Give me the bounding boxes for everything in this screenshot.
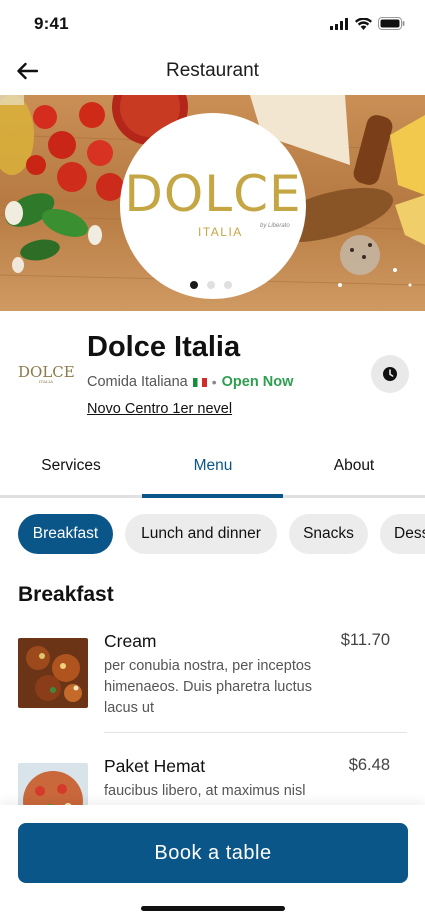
status-icons xyxy=(330,17,405,30)
chip-breakfast[interactable]: Breakfast xyxy=(18,514,113,554)
carousel-dot[interactable] xyxy=(190,281,198,289)
menu-section-title: Breakfast xyxy=(18,583,114,606)
menu-item[interactable]: Cream $11.70 per conubia nostra, per inc… xyxy=(0,626,425,736)
category-chips: Breakfast Lunch and dinner Snacks Dess xyxy=(0,514,425,556)
cuisine-label: Comida Italiana xyxy=(87,374,188,390)
logo-subtitle: ITALIA xyxy=(198,225,243,239)
section-tabs: Services Menu About xyxy=(0,444,425,498)
tab-menu[interactable]: Menu xyxy=(142,457,284,475)
status-bar: 9:41 xyxy=(0,0,425,48)
carousel-dots xyxy=(190,281,232,289)
wifi-icon xyxy=(355,17,372,30)
signal-icon xyxy=(330,17,348,30)
menu-item-price: $11.70 xyxy=(340,631,390,649)
menu-item-image xyxy=(18,638,88,708)
menu-item-price: $6.48 xyxy=(348,756,390,774)
book-table-button[interactable]: Book a table xyxy=(18,823,408,883)
restaurant-info: DOLCE ITALIA Dolce Italia Comida Italian… xyxy=(0,311,425,439)
logo-byline: by Liberato xyxy=(260,223,290,229)
menu-item-divider xyxy=(104,732,407,733)
restaurant-logo-circle: DOLCE ITALIA by Liberato xyxy=(120,113,306,299)
restaurant-name: Dolce Italia xyxy=(87,331,241,363)
carousel-dot[interactable] xyxy=(207,281,215,289)
logo-wordmark: DOLCE xyxy=(124,165,302,223)
nav-bar: Restaurant xyxy=(0,48,425,95)
active-tab-indicator xyxy=(142,494,283,498)
bottom-action-bar: Book a table xyxy=(0,805,425,916)
hero-banner: DOLCE ITALIA by Liberato xyxy=(0,95,425,311)
carousel-dot[interactable] xyxy=(224,281,232,289)
menu-item-name: Paket Hemat xyxy=(104,756,206,776)
location-link[interactable]: Novo Centro 1er nevel xyxy=(87,401,232,417)
menu-item-description: per conubia nostra, per inceptos himenae… xyxy=(104,658,312,716)
opening-hours-button[interactable] xyxy=(371,355,409,393)
status-time: 9:41 xyxy=(34,14,69,33)
open-status-label: Open Now xyxy=(221,374,294,390)
chip-lunch-and-dinner[interactable]: Lunch and dinner xyxy=(125,514,277,554)
italy-flag-icon xyxy=(192,377,207,387)
home-indicator xyxy=(141,906,285,911)
chip-snacks[interactable]: Snacks xyxy=(289,514,368,554)
tab-services[interactable]: Services xyxy=(0,457,142,475)
clock-icon xyxy=(383,367,397,381)
page-title: Restaurant xyxy=(166,60,259,81)
separator-dot: • xyxy=(211,374,217,390)
menu-item-description: faucibus libero, at maximus nisl xyxy=(104,783,306,799)
chip-desserts[interactable]: Dess xyxy=(380,514,425,554)
tab-about[interactable]: About xyxy=(283,457,425,475)
battery-icon xyxy=(378,17,405,30)
restaurant-meta: Comida Italiana • Open Now xyxy=(87,374,293,390)
menu-item-name: Cream xyxy=(104,631,157,651)
restaurant-mini-logo: DOLCE ITALIA xyxy=(18,363,75,384)
